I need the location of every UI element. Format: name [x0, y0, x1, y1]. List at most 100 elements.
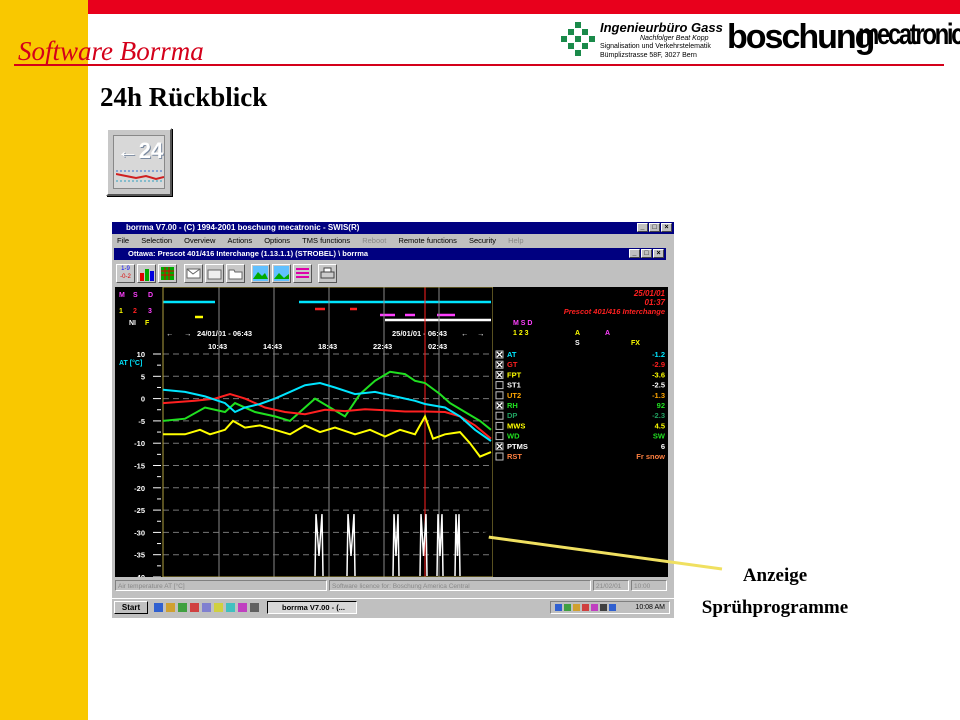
- maximize-button[interactable]: □: [649, 223, 660, 232]
- range-button[interactable]: 1-9 -0-2: [116, 264, 135, 283]
- 24h-icon-number: 24: [138, 138, 164, 163]
- time-label: 10:43: [208, 342, 227, 351]
- child-window-titlebar: Ottawa: Prescot 401/416 Interchange (1.1…: [114, 248, 666, 260]
- curves: [162, 370, 492, 577]
- msd-m: M: [119, 292, 125, 299]
- annotation-line1: Anzeige: [742, 565, 808, 586]
- side-fx: FX: [631, 340, 640, 347]
- menu-overview[interactable]: Overview: [184, 236, 215, 245]
- y-tick-label: -10: [134, 439, 145, 448]
- menu-actions[interactable]: Actions: [228, 236, 253, 245]
- ib-company-sub: Nachfolger Beat Kopp: [640, 35, 709, 42]
- scroll-left-2-button[interactable]: ←: [461, 329, 469, 338]
- status-mid: Software licence for: Boschung America C…: [329, 580, 591, 591]
- y-tick-label: 5: [141, 372, 145, 381]
- landscape-2-icon[interactable]: [272, 264, 291, 283]
- mecatronic-logo: mecatronic: [858, 18, 960, 51]
- child-maximize-button[interactable]: □: [641, 249, 652, 258]
- quicklaunch-icons: [154, 603, 259, 612]
- menu-tms-functions[interactable]: TMS functions: [302, 236, 350, 245]
- scroll-right-button[interactable]: →: [184, 329, 192, 338]
- ib-address-line2: Bümplizstrasse 58F, 3027 Bern: [600, 52, 697, 59]
- scroll-left-button[interactable]: ←: [166, 329, 174, 338]
- event-bars: [163, 300, 491, 322]
- mini-trend-icon: [116, 170, 164, 182]
- landscape-icon[interactable]: [251, 264, 270, 283]
- time-label: 18:43: [318, 342, 337, 351]
- child-window-title: Ottawa: Prescot 401/416 Interchange (1.1…: [128, 249, 369, 258]
- app-title: borrma V7.00 - (C) 1994-2001 boschung me…: [126, 223, 360, 232]
- side-msd-nums: 1 2 3: [513, 330, 529, 337]
- spray-spike: [436, 514, 444, 577]
- sensor-value: -2.5: [652, 381, 665, 390]
- num-2: 2: [133, 308, 137, 315]
- menu-security[interactable]: Security: [469, 236, 496, 245]
- menu-selection[interactable]: Selection: [141, 236, 172, 245]
- child-close-button[interactable]: ×: [653, 249, 664, 258]
- sensor-name: WD: [507, 432, 520, 441]
- envelope-icon[interactable]: [184, 264, 203, 283]
- side-a1: A: [575, 330, 580, 337]
- sensor-name: RH: [507, 401, 518, 410]
- sensor-checkbox[interactable]: [495, 432, 504, 441]
- spray-spike: [454, 514, 461, 577]
- time-label: 14:43: [263, 342, 282, 351]
- start-button[interactable]: Start: [114, 601, 148, 614]
- menu-remote-functions[interactable]: Remote functions: [398, 236, 456, 245]
- scroll-right-2-button[interactable]: →: [477, 329, 485, 338]
- 24h-review-button[interactable]: ←24: [106, 128, 172, 196]
- sensor-value: 92: [657, 401, 665, 410]
- sensor-checkbox[interactable]: [495, 391, 504, 400]
- y-tick-label: 10: [137, 350, 145, 359]
- status-time: 10:00: [631, 580, 667, 591]
- task-borrma[interactable]: borrma V7.00 - (...: [267, 601, 357, 614]
- menu-file[interactable]: File: [117, 236, 129, 245]
- folder-icon[interactable]: [226, 264, 245, 283]
- sensor-list: AT -1.2 GT -2.9 FPT -3.6 ST1 -2.5 UT2 -1.3 RH 92 DP -…: [495, 350, 666, 461]
- sensor-name: AT: [507, 350, 517, 359]
- menu-help[interactable]: Help: [508, 236, 523, 245]
- taskbar: Start borrma V7.00 - (... 10:08 AM: [112, 598, 674, 616]
- time-label: 02:43: [428, 342, 447, 351]
- sensor-value: 6: [661, 442, 665, 451]
- sensor-checkbox[interactable]: [495, 381, 504, 390]
- sensor-name: UT2: [507, 391, 521, 400]
- y-tick-label: -30: [134, 528, 145, 537]
- spray-spike: [419, 514, 428, 577]
- sensor-value: 4.5: [655, 421, 665, 430]
- page-title: 24h Rückblick: [100, 82, 268, 112]
- sensor-value: -1.2: [652, 350, 665, 359]
- sensor-name: GT: [507, 360, 518, 369]
- sensor-checkbox[interactable]: [495, 411, 504, 420]
- curve-fpt: [163, 413, 492, 458]
- status-bar: Air temperature AT [°C] Software licence…: [115, 580, 668, 592]
- side-date: 25/01/01: [633, 289, 666, 298]
- printer-icon[interactable]: [318, 264, 337, 283]
- grid-icon[interactable]: [158, 264, 177, 283]
- axis-label: AT [°C]: [119, 359, 142, 367]
- sensor-checkbox[interactable]: [495, 452, 504, 461]
- sensor-checkbox[interactable]: [495, 421, 504, 430]
- close-button[interactable]: ×: [661, 223, 672, 232]
- side-s: S: [575, 340, 580, 347]
- bars-icon[interactable]: [137, 264, 156, 283]
- side-a2: A: [605, 330, 610, 337]
- app-titlebar: borrma V7.00 - (C) 1994-2001 boschung me…: [112, 222, 674, 234]
- y-tick-label: -25: [134, 506, 145, 515]
- menu-bar: File Selection Overview Actions Options …: [112, 235, 674, 246]
- list-icon[interactable]: [293, 264, 312, 283]
- spray-spike: [314, 514, 324, 577]
- mail-open-icon[interactable]: [205, 264, 224, 283]
- label-ni: NI: [129, 320, 136, 327]
- minimize-button[interactable]: _: [637, 223, 648, 232]
- brand-underline: [14, 64, 944, 66]
- annotation-text: Anzeige Sprühprogramme: [700, 560, 850, 624]
- tray-clock: 10:08 AM: [550, 601, 670, 614]
- yellow-sidebar: [0, 0, 88, 720]
- side-time: 01:37: [645, 298, 666, 307]
- menu-reboot[interactable]: Reboot: [362, 236, 386, 245]
- menu-options[interactable]: Options: [264, 236, 290, 245]
- sensor-value: -2.9: [652, 360, 665, 369]
- y-tick-label: -5: [138, 417, 145, 426]
- child-minimize-button[interactable]: _: [629, 249, 640, 258]
